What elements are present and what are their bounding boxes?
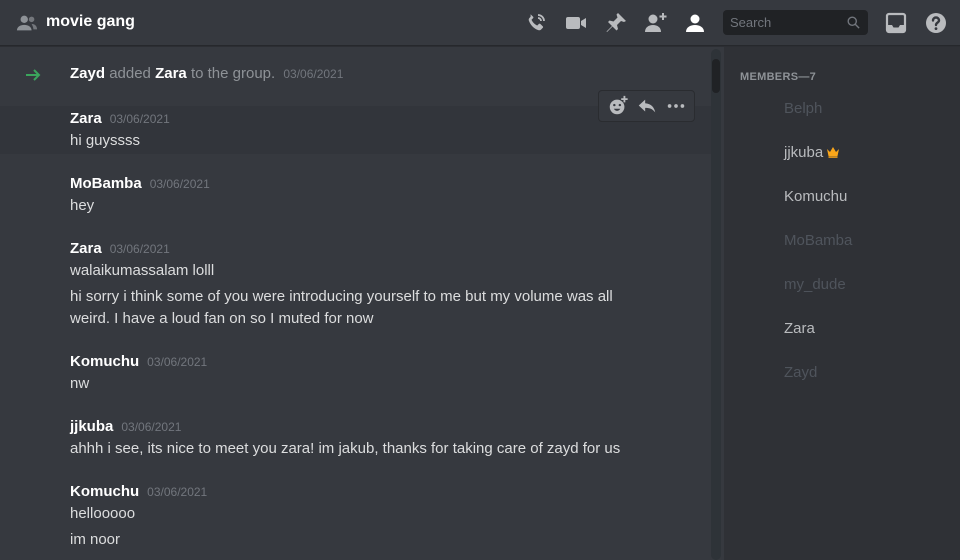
- reply-icon[interactable]: [636, 95, 658, 117]
- message-header: Zara 03/06/2021: [70, 110, 170, 127]
- member-item[interactable]: MoBamba: [784, 232, 852, 249]
- message-group[interactable]: MoBamba 03/06/2021 hey: [0, 171, 711, 219]
- message-header: Zara 03/06/2021: [70, 240, 170, 257]
- message-group[interactable]: Komuchu 03/06/2021 nw: [0, 349, 711, 397]
- search-input[interactable]: [723, 10, 843, 35]
- message-group[interactable]: Komuchu 03/06/2021 hellooooo im noor: [0, 479, 711, 560]
- message-timestamp: 03/06/2021: [147, 485, 208, 499]
- author-name[interactable]: MoBamba: [70, 175, 142, 192]
- message-timestamp: 03/06/2021: [121, 420, 182, 434]
- message-header: jjkuba 03/06/2021: [70, 418, 181, 435]
- system-timestamp: 03/06/2021: [283, 67, 344, 81]
- author-name[interactable]: Zara: [70, 240, 102, 257]
- message-group[interactable]: Zara 03/06/2021 walaikumassalam lolll hi …: [0, 236, 711, 332]
- message-timestamp: 03/06/2021: [109, 112, 170, 126]
- author-name[interactable]: Komuchu: [70, 483, 139, 500]
- chat-scrollbar[interactable]: [711, 49, 721, 560]
- author-name[interactable]: Komuchu: [70, 353, 139, 370]
- message-content: hi guyssss: [70, 132, 141, 149]
- system-target[interactable]: Zara: [155, 65, 187, 82]
- members-header: MEMBERS—7: [740, 71, 817, 83]
- system-suffix: to the group.: [190, 65, 276, 82]
- message-header: MoBamba 03/06/2021: [70, 175, 210, 192]
- message-list: Zayd added Zara to the group. 03/06/2021…: [0, 47, 711, 560]
- add-reaction-icon[interactable]: [607, 95, 629, 117]
- member-item[interactable]: Zara: [784, 320, 815, 337]
- more-options-icon[interactable]: [665, 95, 687, 117]
- member-list: MEMBERS—7 Belph jjkuba Komuchu MoBamba m…: [724, 47, 960, 560]
- message-timestamp: 03/06/2021: [109, 242, 170, 256]
- inbox-icon[interactable]: [884, 11, 908, 35]
- member-item[interactable]: Zayd: [784, 364, 817, 381]
- chat-scrollbar-thumb[interactable]: [712, 59, 720, 93]
- message-content: im noor: [70, 531, 121, 548]
- message-timestamp: 03/06/2021: [149, 177, 210, 191]
- message-header: Komuchu 03/06/2021: [70, 483, 207, 500]
- system-message-text: Zayd added Zara to the group. 03/06/2021: [70, 65, 343, 82]
- system-message: Zayd added Zara to the group. 03/06/2021: [0, 63, 711, 87]
- message-group[interactable]: jjkuba 03/06/2021 ahhh i see, its nice to…: [0, 414, 711, 462]
- member-item[interactable]: Belph: [784, 100, 822, 117]
- add-friend-icon[interactable]: [644, 11, 668, 35]
- member-item[interactable]: my_dude: [784, 276, 846, 293]
- message-content: walaikumassalam lolll: [70, 262, 215, 279]
- author-name[interactable]: jjkuba: [70, 418, 113, 435]
- search-icon: [846, 15, 861, 30]
- message-content: nw: [70, 375, 90, 392]
- member-name: jjkuba: [784, 144, 824, 161]
- message-timestamp: 03/06/2021: [147, 355, 208, 369]
- member-list-icon[interactable]: [684, 11, 708, 35]
- message-content: hi sorry i think some of you were introd…: [70, 288, 613, 327]
- member-item[interactable]: jjkuba: [784, 144, 840, 161]
- message-content: hey: [70, 197, 95, 214]
- crown-icon: [826, 145, 840, 158]
- member-join-arrow-icon: [25, 66, 43, 84]
- channel-header: movie gang: [0, 0, 960, 46]
- voice-call-icon[interactable]: [524, 11, 548, 35]
- help-icon[interactable]: [924, 11, 948, 35]
- message-header: Komuchu 03/06/2021: [70, 353, 207, 370]
- system-action: added: [109, 65, 151, 82]
- author-name[interactable]: Zara: [70, 110, 102, 127]
- system-actor[interactable]: Zayd: [70, 65, 105, 82]
- member-item[interactable]: Komuchu: [784, 188, 847, 205]
- message-content: hellooooo: [70, 505, 136, 522]
- message-actions-bar: [598, 90, 695, 122]
- search-box[interactable]: [723, 10, 868, 35]
- message-content: ahhh i see, its nice to meet you zara! i…: [70, 440, 621, 457]
- pin-icon[interactable]: [604, 11, 628, 35]
- channel-title: movie gang: [46, 13, 135, 30]
- group-icon: [16, 12, 38, 34]
- video-call-icon[interactable]: [564, 11, 588, 35]
